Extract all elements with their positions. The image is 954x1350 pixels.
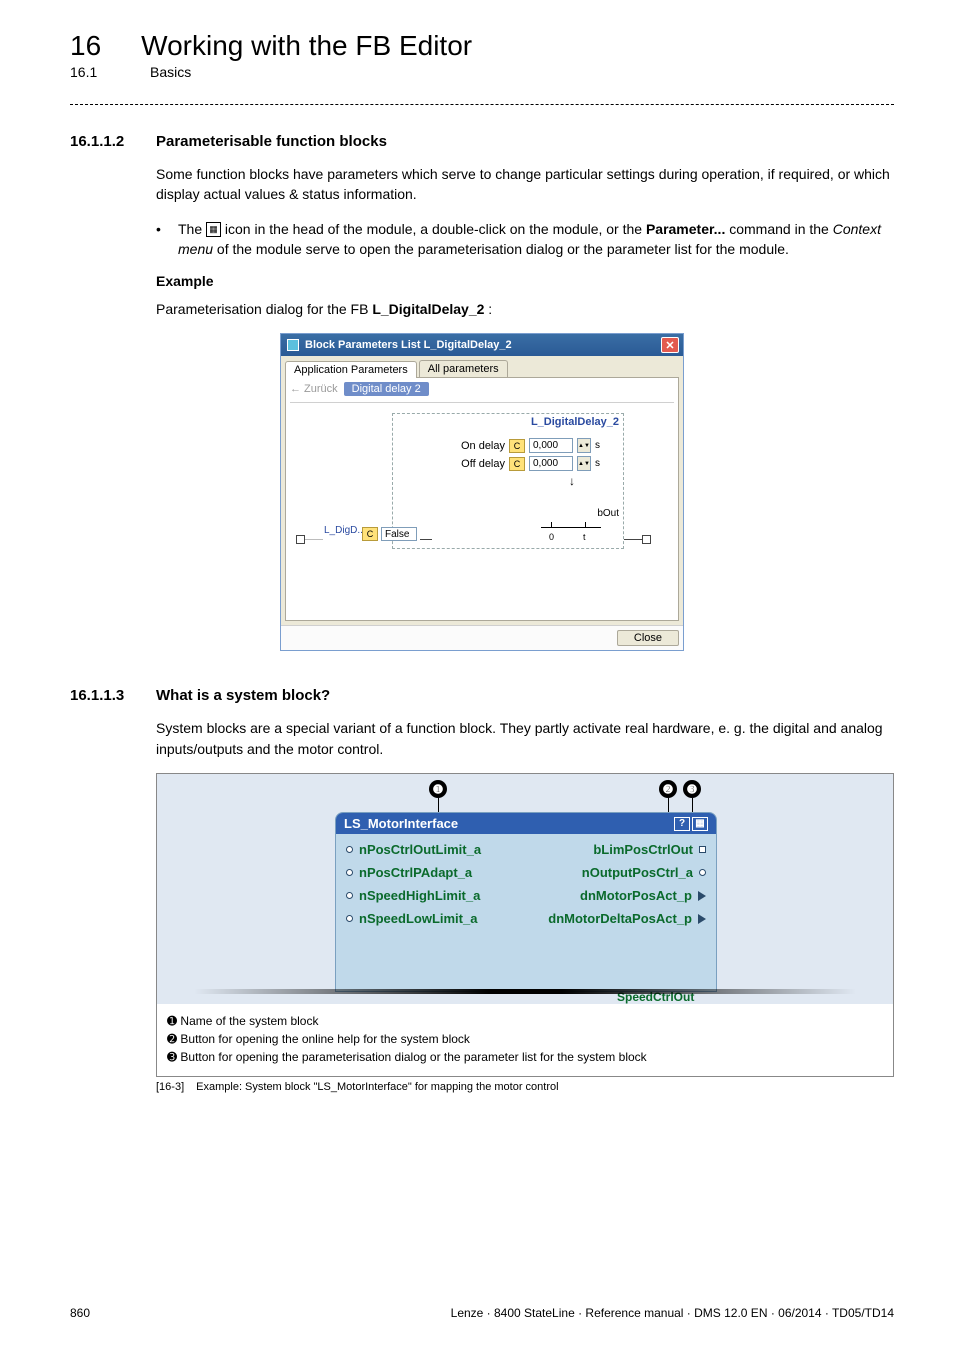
on-delay-c-button[interactable]: C bbox=[509, 439, 525, 453]
on-delay-label: On delay bbox=[459, 440, 505, 452]
system-block-name: LS_MotorInterface bbox=[344, 816, 458, 831]
sb-output-0: bLimPosCtrlOut bbox=[593, 842, 693, 857]
off-delay-unit: s bbox=[595, 458, 600, 469]
footer-info: Lenze · 8400 StateLine · Reference manua… bbox=[451, 1306, 894, 1320]
bullet-bold: Parameter... bbox=[646, 221, 725, 237]
output-port bbox=[699, 869, 706, 876]
system-block: LS_MotorInterface ? ▦ nPosCtrlOutLimit_a… bbox=[335, 812, 717, 992]
off-delay-input[interactable]: 0,000 bbox=[529, 456, 573, 471]
sb-output-3: dnMotorDeltaPosAct_p bbox=[548, 911, 692, 926]
input-port bbox=[346, 892, 353, 899]
example-line-pre: Parameterisation dialog for the FB bbox=[156, 301, 372, 317]
t-axis: t bbox=[583, 532, 586, 542]
input-c-button[interactable]: C bbox=[362, 527, 378, 541]
back-button[interactable]: ← Zurück bbox=[290, 383, 338, 395]
sb-output-2: dnMotorPosAct_p bbox=[580, 888, 692, 903]
figure-ref: [16-3] bbox=[156, 1081, 184, 1093]
breadcrumb-tab[interactable]: Digital delay 2 bbox=[344, 382, 429, 396]
back-label: Zurück bbox=[304, 383, 338, 395]
input-port bbox=[296, 535, 305, 544]
note-3: Button for opening the parameterisation … bbox=[180, 1050, 646, 1064]
output-port bbox=[698, 914, 706, 924]
arrow-down-icon: ↓ bbox=[569, 474, 575, 488]
subsection-title-1: Parameterisable function blocks bbox=[156, 133, 387, 150]
sb-input-2: nSpeedHighLimit_a bbox=[359, 888, 480, 903]
subsection-number-1: 16.1.1.2 bbox=[70, 133, 134, 150]
tab-app-params[interactable]: Application Parameters bbox=[285, 361, 417, 378]
callout-3: ➌ bbox=[683, 780, 701, 798]
note-1: Name of the system block bbox=[180, 1014, 318, 1028]
off-delay-spinner[interactable]: ▲▼ bbox=[577, 456, 591, 471]
bullet-mid: icon in the head of the module, a double… bbox=[225, 221, 646, 237]
parameter-dialog: Block Parameters List L_DigitalDelay_2 ✕… bbox=[280, 333, 684, 651]
chapter-title: Working with the FB Editor bbox=[141, 30, 472, 62]
bullet-dot: • bbox=[156, 219, 168, 260]
callout-2: ➋ bbox=[659, 780, 677, 798]
para-1: Some function blocks have parameters whi… bbox=[156, 164, 894, 205]
page-number: 860 bbox=[70, 1306, 90, 1320]
input-port bbox=[346, 869, 353, 876]
figure-notes: ➊ Name of the system block ➋ Button for … bbox=[157, 1004, 893, 1076]
sb-input-3: nSpeedLowLimit_a bbox=[359, 911, 477, 926]
subsection-number-2: 16.1.1.3 bbox=[70, 687, 134, 704]
output-port bbox=[698, 891, 706, 901]
sb-output-1: nOutputPosCtrl_a bbox=[582, 865, 693, 880]
section-title: Basics bbox=[150, 64, 191, 80]
parameters-icon: ▦ bbox=[206, 222, 221, 237]
sb-input-0: nPosCtrlOutLimit_a bbox=[359, 842, 481, 857]
diagram-pane: L_DigitalDelay_2 On delay C 0,000 ▲▼ s O… bbox=[290, 402, 674, 616]
section-number: 16.1 bbox=[70, 64, 110, 80]
off-delay-c-button[interactable]: C bbox=[509, 457, 525, 471]
chapter-number: 16 bbox=[70, 30, 101, 62]
off-delay-label: Off delay bbox=[459, 458, 505, 470]
arrow-left-icon: ← bbox=[290, 383, 301, 395]
timing-diagram: 0 t bbox=[541, 494, 605, 538]
on-delay-unit: s bbox=[595, 440, 600, 451]
bullet-post1: command in the bbox=[729, 221, 833, 237]
close-icon[interactable]: ✕ bbox=[661, 337, 679, 353]
close-button[interactable]: Close bbox=[617, 630, 679, 646]
system-block-figure: ➊ ➋ ➌ LS_MotorInterface ? ▦ nPosCtrlOutL… bbox=[156, 773, 894, 1077]
input-port bbox=[346, 915, 353, 922]
example-label: Example bbox=[156, 273, 894, 289]
fade-line bbox=[157, 989, 893, 994]
separator bbox=[70, 104, 894, 105]
help-icon[interactable]: ? bbox=[674, 817, 690, 831]
dialog-title: Block Parameters List L_DigitalDelay_2 bbox=[305, 339, 512, 351]
para-2: System blocks are a special variant of a… bbox=[156, 718, 894, 759]
bullet-post2: of the module serve to open the paramete… bbox=[217, 241, 789, 257]
t-zero: 0 bbox=[549, 532, 554, 542]
b-out-label: bOut bbox=[597, 508, 619, 519]
example-line: Parameterisation dialog for the FB L_Dig… bbox=[156, 299, 894, 319]
fb-name: L_DigitalDelay_2 bbox=[531, 416, 619, 428]
on-delay-spinner[interactable]: ▲▼ bbox=[577, 438, 591, 453]
app-icon bbox=[287, 339, 299, 351]
input-signal-name: L_DigD.. bbox=[324, 525, 363, 536]
input-value[interactable]: False bbox=[381, 527, 417, 541]
dialog-titlebar[interactable]: Block Parameters List L_DigitalDelay_2 ✕ bbox=[281, 334, 683, 356]
fb-block: L_DigitalDelay_2 On delay C 0,000 ▲▼ s O… bbox=[392, 413, 624, 549]
example-line-post: : bbox=[488, 301, 492, 317]
output-port bbox=[699, 846, 706, 853]
figure-caption: Example: System block "LS_MotorInterface… bbox=[196, 1081, 558, 1093]
bullet-text: The ▦ icon in the head of the module, a … bbox=[178, 219, 894, 260]
sb-input-1: nPosCtrlPAdapt_a bbox=[359, 865, 472, 880]
bullet-pre: The bbox=[178, 221, 206, 237]
callout-1: ➊ bbox=[429, 780, 447, 798]
example-line-bold: L_DigitalDelay_2 bbox=[372, 301, 484, 317]
note-2: Button for opening the online help for t… bbox=[180, 1032, 470, 1046]
on-delay-input[interactable]: 0,000 bbox=[529, 438, 573, 453]
tab-all-params[interactable]: All parameters bbox=[419, 360, 508, 377]
subsection-title-2: What is a system block? bbox=[156, 687, 330, 704]
output-port bbox=[642, 535, 651, 544]
input-port bbox=[346, 846, 353, 853]
parameters-icon[interactable]: ▦ bbox=[692, 817, 708, 831]
